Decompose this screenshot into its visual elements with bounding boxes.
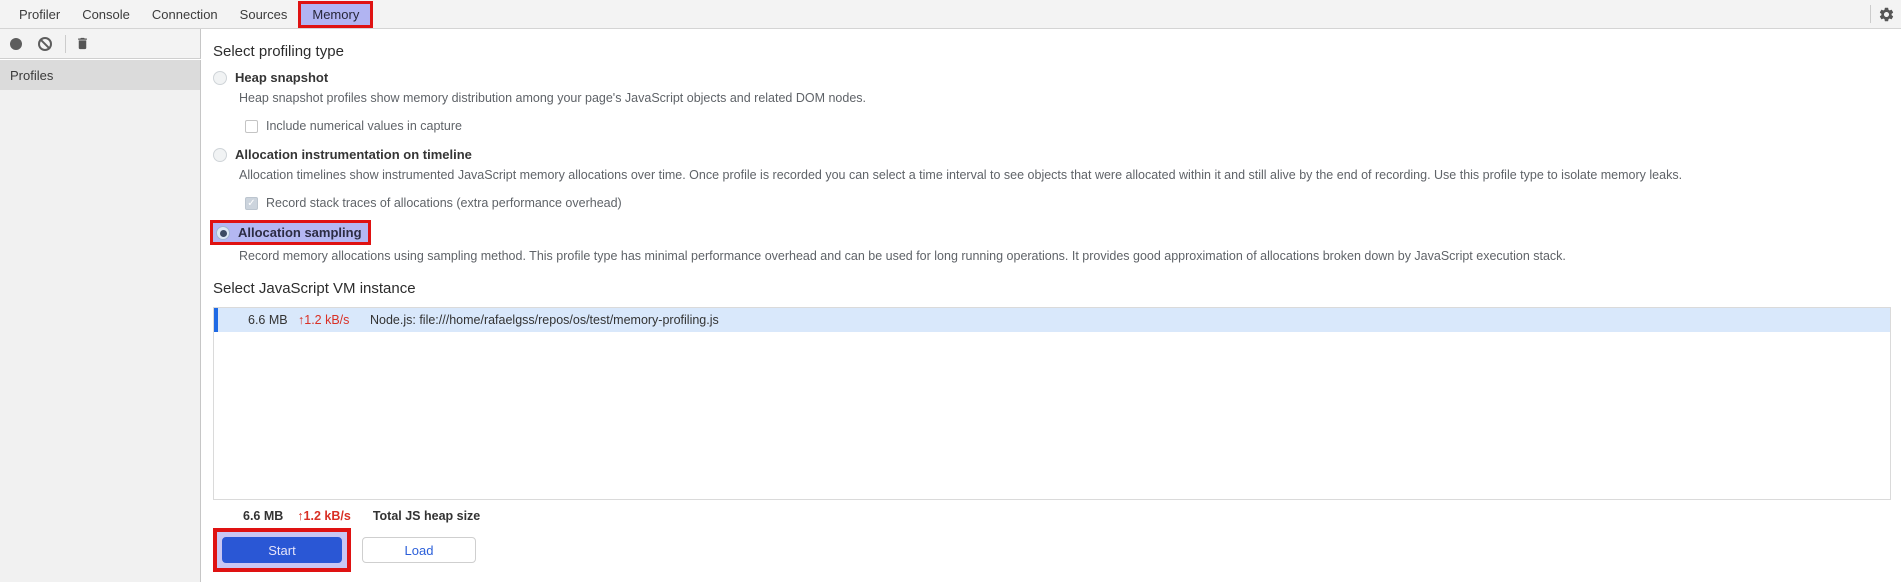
profiles-sidebar: Profiles	[0, 60, 201, 582]
memory-panel-content: Select profiling type Heap snapshot Heap…	[201, 29, 1901, 582]
vm-heap-size: 6.6 MB	[248, 313, 288, 327]
clear-icon[interactable]	[38, 36, 52, 51]
radio-label: Heap snapshot	[235, 70, 329, 85]
total-heap-stats: 6.6 MB ↑1.2 kB/s Total JS heap size	[213, 509, 1901, 523]
vm-instance-list: 6.6 MB ↑1.2 kB/s Node.js: file:///home/r…	[213, 307, 1891, 500]
profiling-type-title: Select profiling type	[213, 43, 344, 60]
vm-instance-title: Select JavaScript VM instance	[213, 280, 416, 297]
tab-profiler[interactable]: Profiler	[8, 0, 71, 28]
tab-sources[interactable]: Sources	[229, 0, 299, 28]
radio-icon-allocation-sampling-selected[interactable]	[216, 225, 230, 240]
checkbox-icon-checked[interactable]: ✓	[245, 196, 258, 210]
toolbar-separator	[65, 34, 66, 53]
tab-list: Profiler Console Connection Sources Memo…	[8, 0, 374, 28]
radio-label: Allocation instrumentation on timeline	[235, 147, 472, 162]
action-buttons: Start Load	[213, 528, 1901, 572]
tab-memory[interactable]: Memory	[298, 1, 374, 28]
checkbox-icon-unchecked[interactable]	[245, 119, 258, 133]
checkbox-label: Record stack traces of allocations (extr…	[266, 196, 622, 210]
checkbox-include-numerical-values[interactable]: Include numerical values in capture	[245, 119, 1901, 133]
radio-icon-allocation-timeline[interactable]	[213, 147, 227, 162]
option-description: Allocation timelines show instrumented J…	[239, 168, 1683, 182]
tab-connection[interactable]: Connection	[141, 0, 229, 28]
tab-console[interactable]: Console	[71, 0, 141, 28]
record-icon[interactable]	[10, 37, 22, 50]
delete-icon[interactable]	[75, 36, 90, 51]
vm-instance-name: Node.js: file:///home/rafaelgss/repos/os…	[370, 313, 719, 327]
radio-option-allocation-sampling[interactable]: Allocation sampling	[210, 220, 371, 245]
total-heap-rate: ↑1.2 kB/s	[297, 509, 351, 523]
vm-heap-rate: ↑1.2 kB/s	[298, 313, 350, 327]
sidebar-item-label: Profiles	[10, 67, 54, 83]
total-heap-size: 6.6 MB	[243, 509, 284, 523]
load-button[interactable]: Load	[362, 537, 476, 563]
sidebar-item-profiles[interactable]: Profiles	[0, 60, 200, 90]
total-heap-label: Total JS heap size	[372, 509, 481, 523]
settings-button[interactable]	[1871, 0, 1901, 28]
radio-option-allocation-timeline[interactable]: Allocation instrumentation on timeline	[213, 147, 1901, 162]
checkbox-label: Include numerical values in capture	[266, 119, 462, 133]
tabbar-right-controls	[1870, 0, 1901, 28]
start-button[interactable]: Start	[222, 537, 342, 563]
radio-label: Allocation sampling	[238, 225, 362, 240]
vm-instance-row[interactable]: 6.6 MB ↑1.2 kB/s Node.js: file:///home/r…	[214, 308, 1890, 332]
option-description: Heap snapshot profiles show memory distr…	[239, 91, 867, 105]
devtools-memory-panel: Profiler Console Connection Sources Memo…	[0, 0, 1901, 582]
radio-option-heap-snapshot[interactable]: Heap snapshot	[213, 70, 1901, 85]
tab-bar: Profiler Console Connection Sources Memo…	[0, 0, 1901, 29]
settings-gear-icon	[1879, 7, 1893, 21]
checkbox-record-stack-traces[interactable]: ✓ Record stack traces of allocations (ex…	[245, 196, 1901, 210]
option-description: Record memory allocations using sampling…	[239, 249, 1566, 263]
radio-icon-heap-snapshot[interactable]	[213, 70, 227, 85]
start-button-annotation-box: Start	[213, 528, 351, 572]
profiles-toolbar	[0, 29, 201, 59]
